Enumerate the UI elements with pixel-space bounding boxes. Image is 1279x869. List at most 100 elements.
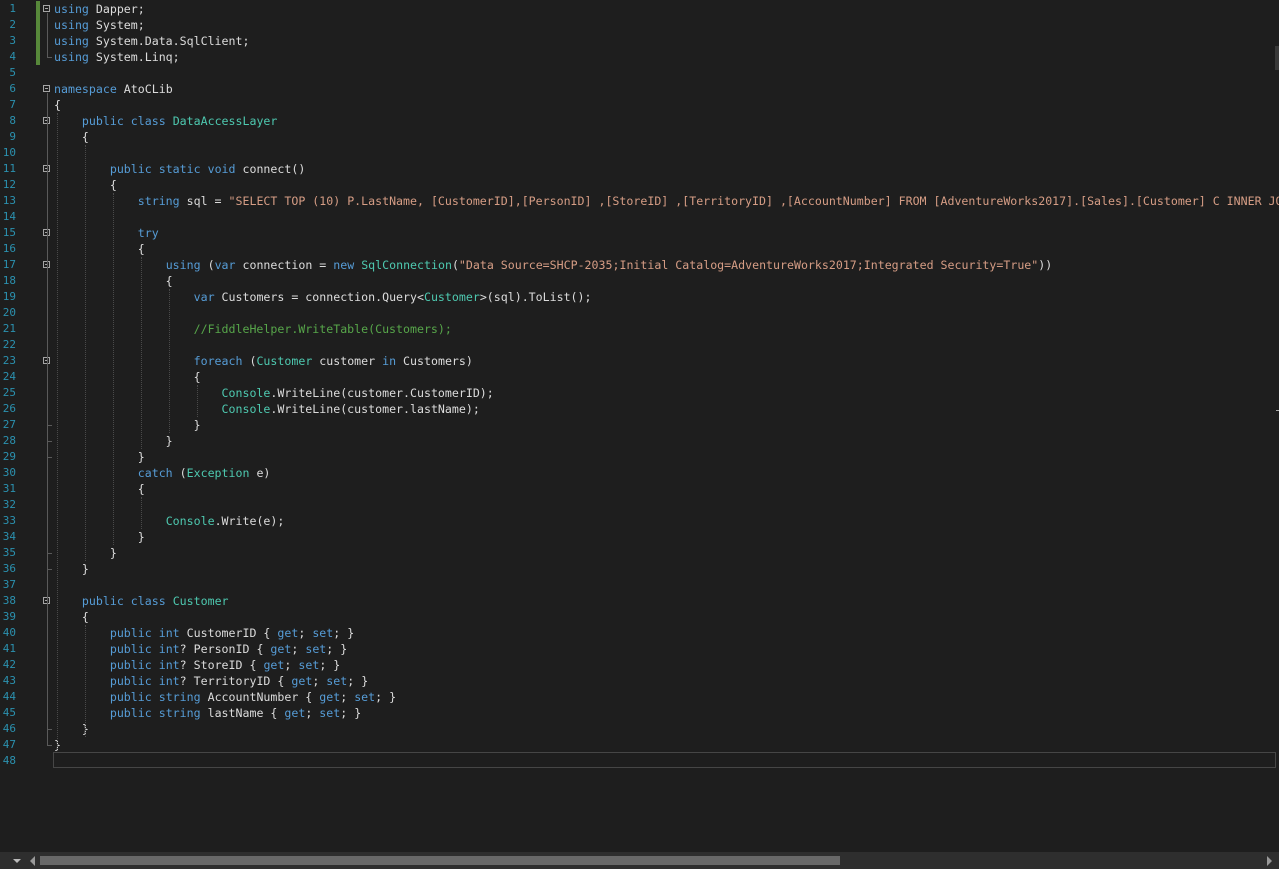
code-token: foreach bbox=[193, 354, 243, 368]
code-line[interactable]: 21 //FiddleHelper.WriteTable(Customers); bbox=[0, 321, 1279, 337]
code-token: lastName { bbox=[200, 706, 285, 720]
code-line[interactable]: 11 public static void connect() bbox=[0, 161, 1279, 177]
code-text: { bbox=[54, 369, 201, 385]
code-line[interactable]: 12 { bbox=[0, 177, 1279, 193]
code-line[interactable]: 42 public int? StoreID { get; set; } bbox=[0, 657, 1279, 673]
code-token: Exception bbox=[186, 466, 250, 480]
code-line[interactable]: 30 catch (Exception e) bbox=[0, 465, 1279, 481]
code-line[interactable]: 20 bbox=[0, 305, 1279, 321]
code-line[interactable]: 43 public int? TerritoryID { get; set; } bbox=[0, 673, 1279, 689]
code-line[interactable]: 4 using System.Linq; bbox=[0, 49, 1279, 65]
code-line[interactable]: 15 try bbox=[0, 225, 1279, 241]
code-line[interactable]: 34 } bbox=[0, 529, 1279, 545]
line-number: 44 bbox=[2, 690, 16, 703]
code-line[interactable]: 18 { bbox=[0, 273, 1279, 289]
code-text: } bbox=[54, 561, 89, 577]
code-token: public bbox=[109, 690, 152, 704]
code-line[interactable]: 35 } bbox=[0, 545, 1279, 561]
code-line[interactable]: 31 { bbox=[0, 481, 1279, 497]
code-line[interactable]: 36 } bbox=[0, 561, 1279, 577]
line-number: 35 bbox=[2, 546, 16, 559]
horizontal-scrollbar[interactable] bbox=[0, 852, 1279, 869]
code-token: int bbox=[158, 674, 180, 688]
code-token: >(sql).ToList(); bbox=[479, 290, 592, 304]
outline-end bbox=[47, 745, 52, 746]
code-line[interactable]: 32 bbox=[0, 497, 1279, 513]
code-token: Customer bbox=[423, 290, 480, 304]
code-token: public bbox=[109, 162, 152, 176]
code-line[interactable]: 47} bbox=[0, 737, 1279, 753]
code-line[interactable]: 39 { bbox=[0, 609, 1279, 625]
line-number: 26 bbox=[2, 402, 16, 415]
code-line[interactable]: 1 using Dapper; bbox=[0, 1, 1279, 17]
code-token: int bbox=[158, 642, 180, 656]
code-line[interactable]: 7{ bbox=[0, 97, 1279, 113]
code-line[interactable]: 24 { bbox=[0, 369, 1279, 385]
outline-end bbox=[47, 569, 52, 570]
code-line[interactable]: 41 public int? PersonID { get; set; } bbox=[0, 641, 1279, 657]
code-line[interactable]: 23 foreach (Customer customer in Custome… bbox=[0, 353, 1279, 369]
code-token: System; bbox=[88, 18, 145, 32]
code-token: class bbox=[130, 114, 166, 128]
code-line[interactable]: 8 public class DataAccessLayer bbox=[0, 113, 1279, 129]
line-number: 12 bbox=[2, 178, 16, 191]
scrollbar-thumb[interactable] bbox=[40, 856, 840, 865]
code-token: new bbox=[333, 258, 355, 272]
code-line[interactable]: 33 Console.Write(e); bbox=[0, 513, 1279, 529]
code-line[interactable]: 28 } bbox=[0, 433, 1279, 449]
code-token: AccountNumber { bbox=[200, 690, 320, 704]
line-number: 30 bbox=[2, 466, 16, 479]
code-token: } bbox=[54, 418, 201, 432]
code-text: try bbox=[54, 225, 159, 241]
chevron-down-icon[interactable] bbox=[13, 859, 21, 863]
outline-end bbox=[47, 553, 52, 554]
code-line[interactable]: 6 namespace AtoCLib bbox=[0, 81, 1279, 97]
code-token: int bbox=[158, 658, 180, 672]
code-token: var bbox=[193, 290, 215, 304]
code-token: .Write(e); bbox=[214, 514, 285, 528]
code-line[interactable]: 27 } bbox=[0, 417, 1279, 433]
collapse-icon[interactable] bbox=[43, 85, 50, 92]
code-line[interactable]: 29 } bbox=[0, 449, 1279, 465]
code-token: { bbox=[54, 610, 89, 624]
line-number: 36 bbox=[2, 562, 16, 575]
code-line[interactable]: 45 public string lastName { get; set; } bbox=[0, 705, 1279, 721]
code-line[interactable]: 9 { bbox=[0, 129, 1279, 145]
code-line[interactable]: 19 var Customers = connection.Query<Cust… bbox=[0, 289, 1279, 305]
code-line[interactable]: 3 using System.Data.SqlClient; bbox=[0, 33, 1279, 49]
line-number: 43 bbox=[2, 674, 16, 687]
code-token: set bbox=[319, 706, 341, 720]
code-line[interactable]: 22 bbox=[0, 337, 1279, 353]
code-line[interactable]: 13 string sql = "SELECT TOP (10) P.LastN… bbox=[0, 193, 1279, 209]
code-line[interactable]: 46 } bbox=[0, 721, 1279, 737]
code-line[interactable]: 16 { bbox=[0, 241, 1279, 257]
collapse-icon[interactable] bbox=[43, 5, 50, 12]
code-token: ; } bbox=[347, 674, 369, 688]
scroll-right-icon[interactable] bbox=[1267, 856, 1272, 866]
code-editor[interactable]: 1 using Dapper; 2 using System; 3 using Syste… bbox=[0, 0, 1279, 852]
code-line[interactable]: 17 using (var connection = new SqlConnec… bbox=[0, 257, 1279, 273]
code-line[interactable]: 40 public int CustomerID { get; set; } bbox=[0, 625, 1279, 641]
line-number: 34 bbox=[2, 530, 16, 543]
code-line[interactable]: 5 bbox=[0, 65, 1279, 81]
code-line[interactable]: 44 public string AccountNumber { get; se… bbox=[0, 689, 1279, 705]
code-token: ; } bbox=[340, 706, 362, 720]
code-line[interactable]: 38 public class Customer bbox=[0, 593, 1279, 609]
code-line[interactable]: 2 using System; bbox=[0, 17, 1279, 33]
code-token: set bbox=[298, 658, 320, 672]
code-line[interactable]: 14 bbox=[0, 209, 1279, 225]
line-number: 39 bbox=[2, 610, 16, 623]
code-line[interactable]: 26 Console.WriteLine(customer.lastName); bbox=[0, 401, 1279, 417]
scroll-left-icon[interactable] bbox=[30, 856, 35, 866]
code-line[interactable]: 25 Console.WriteLine(customer.CustomerID… bbox=[0, 385, 1279, 401]
code-line[interactable]: 37 bbox=[0, 577, 1279, 593]
line-number: 10 bbox=[2, 146, 16, 159]
code-line[interactable]: 10 bbox=[0, 145, 1279, 161]
code-token: ; bbox=[312, 674, 327, 688]
